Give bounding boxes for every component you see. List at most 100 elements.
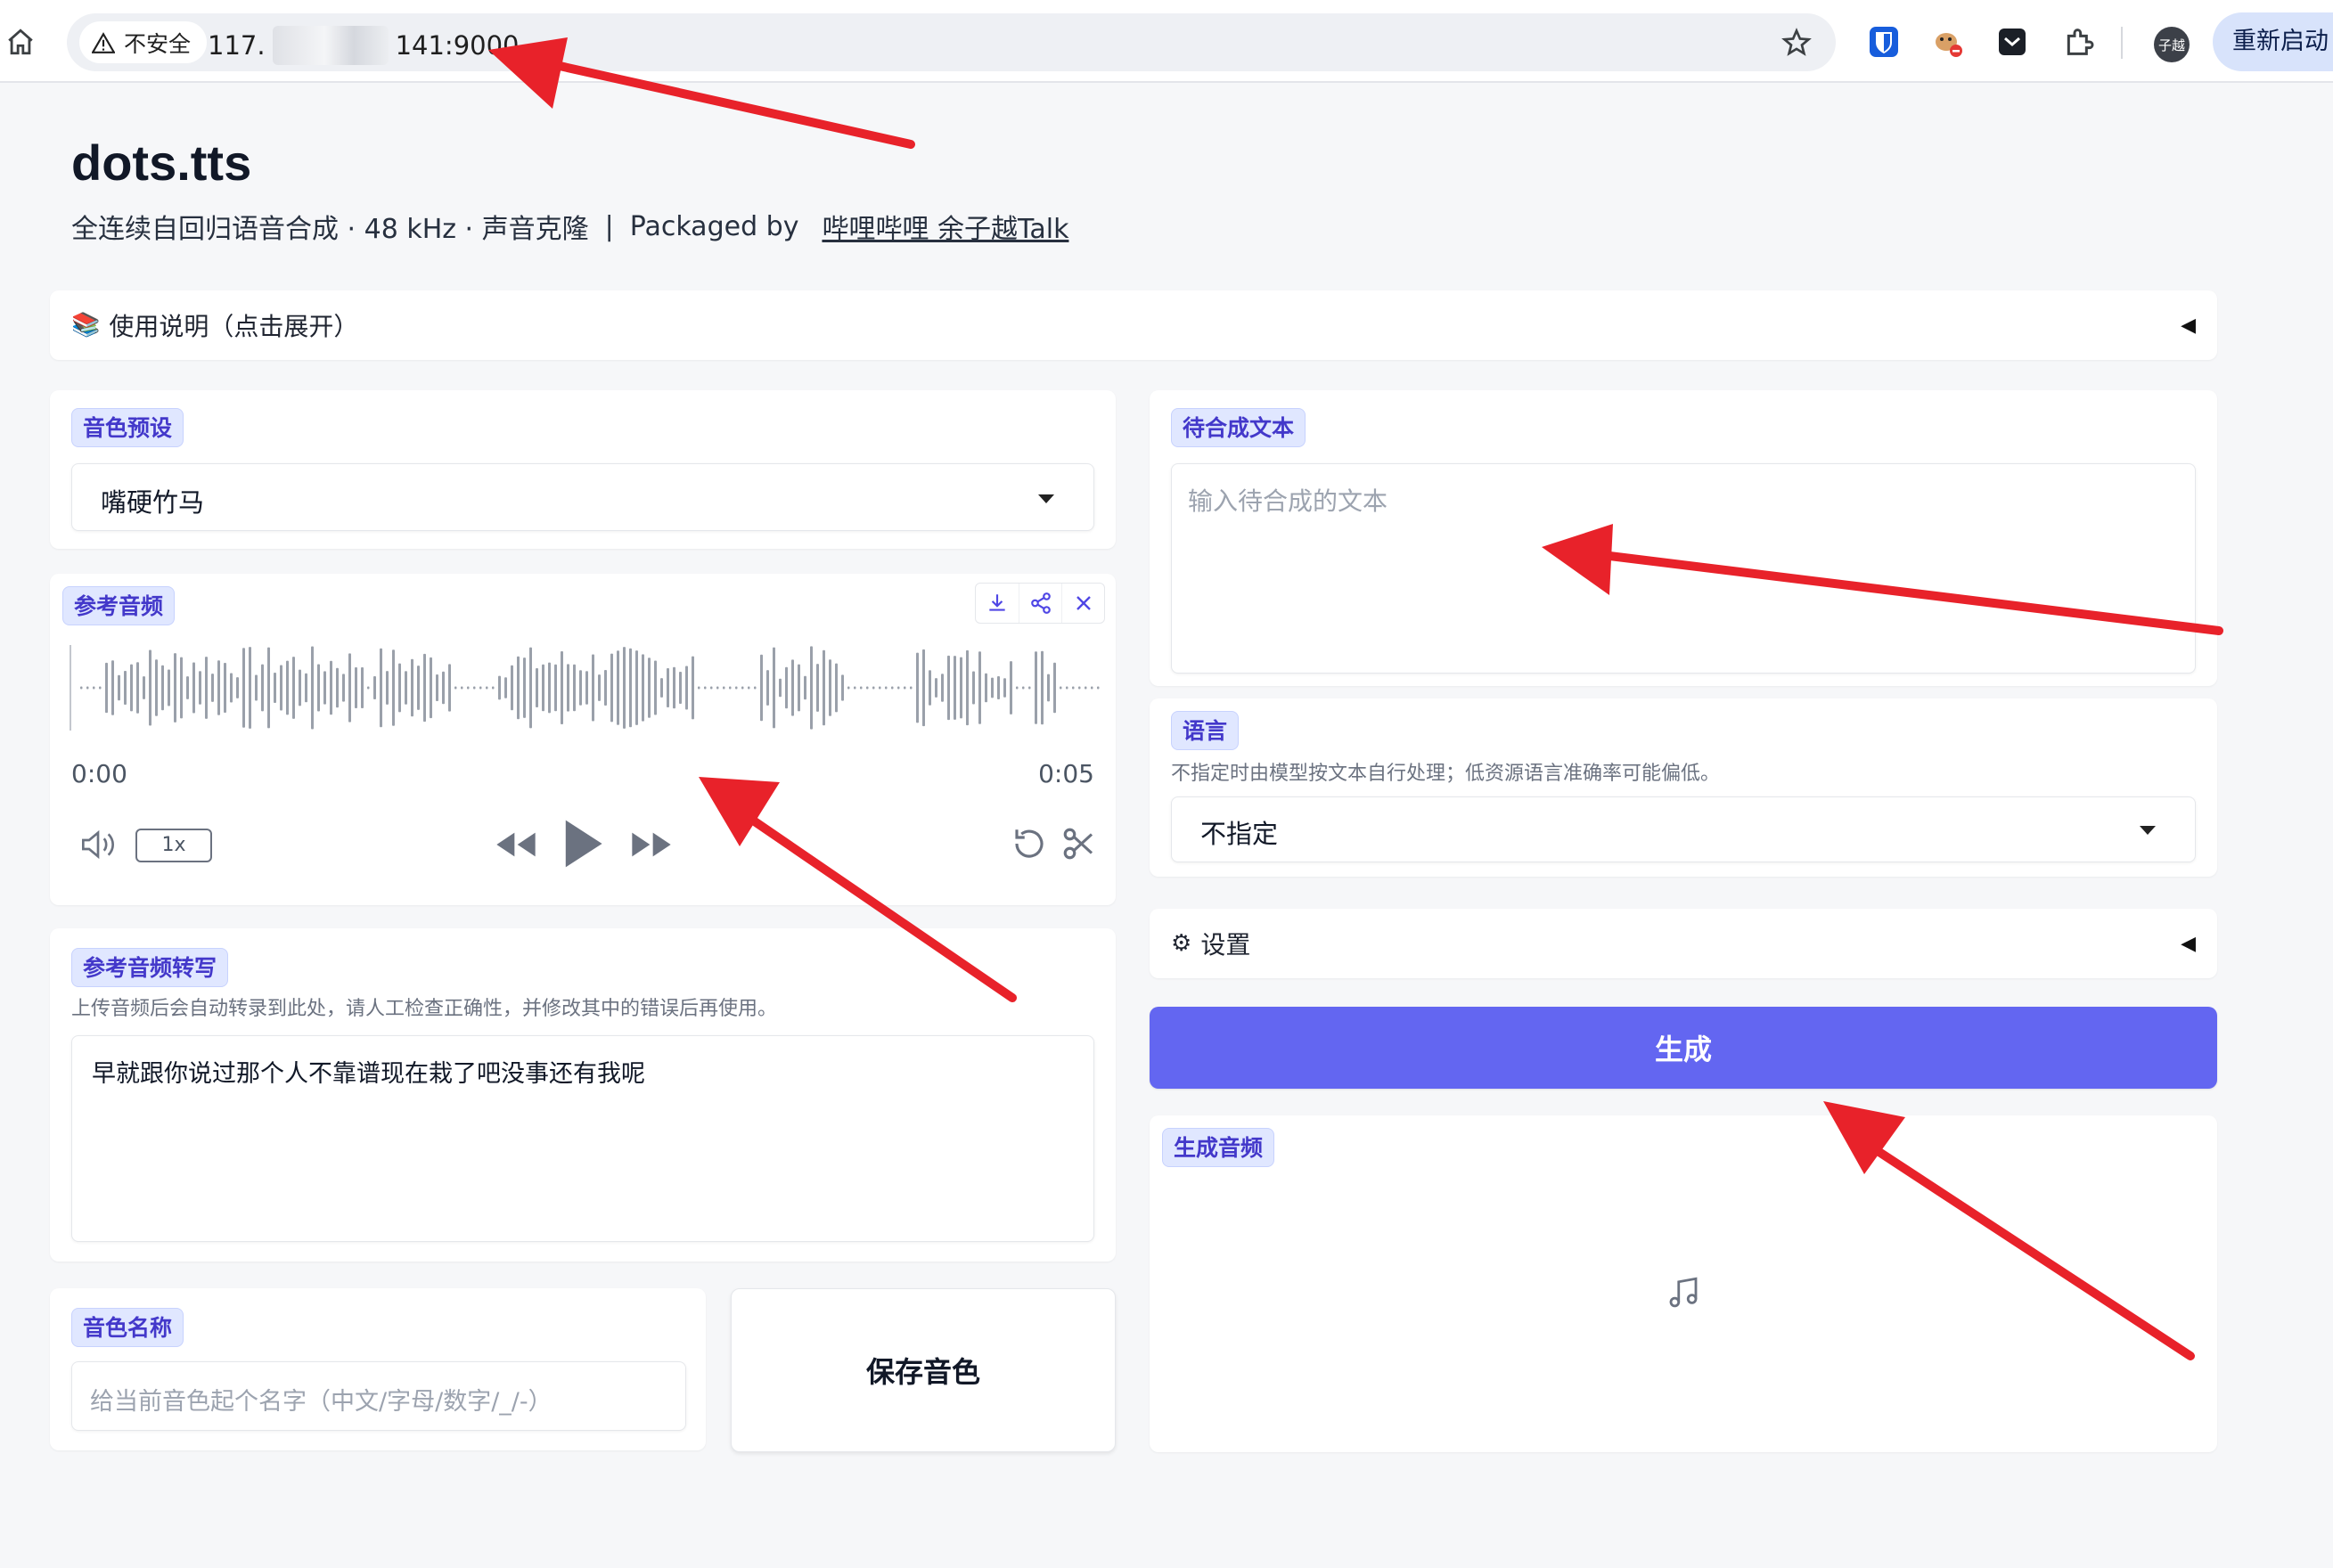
- url-suffix: 141:9000: [395, 30, 520, 61]
- waveform-bar: [380, 648, 382, 728]
- waveform-bar: [186, 676, 189, 699]
- audio-tool-group: [975, 583, 1105, 624]
- waveform-bar: [161, 665, 164, 711]
- waveform-bar: [885, 686, 888, 690]
- instructions-accordion[interactable]: 📚 使用说明（点击展开） ◀: [50, 290, 2217, 360]
- waveform-bar: [604, 669, 607, 706]
- url-text[interactable]: 117. 141:9000: [208, 26, 520, 65]
- voice-preset-dropdown[interactable]: 嘴硬竹马: [71, 463, 1094, 531]
- waveform-bar: [710, 686, 713, 690]
- dark-shield-extension-icon[interactable]: [1994, 24, 2030, 60]
- waveform-bar: [735, 686, 738, 690]
- waveform-bar: [891, 686, 894, 690]
- waveform-bar: [847, 686, 850, 690]
- settings-accordion[interactable]: ⚙ 设置 ◀: [1150, 909, 2217, 978]
- waveform-bar: [373, 676, 376, 699]
- waveform-bar: [511, 665, 513, 711]
- playback-speed-button[interactable]: 1x: [135, 829, 212, 862]
- waveform-bar: [791, 659, 794, 716]
- address-bar[interactable]: 不安全 117. 141:9000: [67, 13, 1836, 71]
- waveform-bar: [479, 686, 482, 690]
- waveform-bar: [398, 663, 401, 713]
- waveform-bar: [854, 686, 856, 690]
- waveform-bar: [741, 686, 744, 690]
- instructions-label: 使用说明（点击展开）: [109, 312, 359, 341]
- trim-scissors-icon[interactable]: [1060, 825, 1098, 866]
- skip-forward-icon[interactable]: [629, 829, 674, 864]
- waveform-bar: [972, 671, 975, 705]
- waveform-bar: [236, 677, 239, 698]
- generate-button[interactable]: 生成: [1150, 1007, 2217, 1089]
- share-icon[interactable]: [1019, 584, 1061, 623]
- waveform-bar: [118, 674, 120, 701]
- clear-audio-icon[interactable]: [1061, 584, 1104, 623]
- waveform-bar: [548, 662, 551, 714]
- dropdown-caret-icon: [1038, 494, 1054, 503]
- puzzle-extensions-icon[interactable]: [2061, 24, 2097, 60]
- waveform-bar: [692, 656, 694, 720]
- waveform-bar: [635, 650, 638, 725]
- download-icon[interactable]: [976, 584, 1019, 623]
- waveform-bar: [504, 677, 507, 698]
- transcript-textarea[interactable]: 早就跟你说过那个人不靠谱现在栽了吧没事还有我呢: [71, 1035, 1094, 1242]
- audio-waveform[interactable]: [70, 645, 1103, 731]
- voice-name-input[interactable]: 给当前音色起个名字（中文/字母/数字/_/-）: [71, 1361, 686, 1431]
- playhead[interactable]: [70, 645, 71, 731]
- waveform-bar: [716, 686, 719, 690]
- site-info-chip[interactable]: 不安全: [79, 21, 208, 63]
- password-manager-extension-icon[interactable]: [1866, 24, 1902, 60]
- url-prefix: 117.: [208, 30, 266, 61]
- reset-icon[interactable]: [1011, 825, 1048, 866]
- waveform-bar: [704, 686, 707, 690]
- waveform-bar: [249, 647, 251, 729]
- language-dropdown[interactable]: 不指定: [1171, 796, 2196, 862]
- language-panel: 语言 不指定时由模型按文本自行处理；低资源语言准确率可能偏低。 不指定: [1150, 698, 2217, 877]
- waveform-bar: [766, 670, 769, 706]
- waveform-bar: [623, 647, 626, 729]
- waveform-bar: [748, 686, 750, 690]
- waveform-bar: [941, 674, 944, 702]
- waveform-bar: [654, 660, 657, 715]
- waveform-bar: [841, 674, 844, 701]
- synthesis-textarea[interactable]: 输入待合成的文本: [1171, 463, 2196, 674]
- skip-back-icon[interactable]: [494, 829, 538, 864]
- waveform-bar: [754, 686, 757, 690]
- author-link[interactable]: 哔哩哔哩 余子越Talk: [822, 207, 1068, 246]
- waveform-bar: [192, 662, 195, 714]
- hamster-extension-icon[interactable]: [1930, 24, 1966, 60]
- bookmark-star-icon[interactable]: [1780, 27, 1813, 59]
- profile-avatar[interactable]: 子越: [2154, 27, 2190, 62]
- voice-name-panel: 音色名称 给当前音色起个名字（中文/字母/数字/_/-）: [50, 1288, 706, 1450]
- transcript-hint: 上传音频后会自动转录到此处，请人工检查正确性，并修改其中的错误后再使用。: [71, 998, 778, 1020]
- waveform-bar: [124, 670, 127, 706]
- synthesis-placeholder: 输入待合成的文本: [1188, 486, 1388, 516]
- transcript-panel: 参考音频转写 上传音频后会自动转录到此处，请人工检查正确性，并修改其中的错误后再…: [50, 928, 1116, 1262]
- voice-name-label: 音色名称: [71, 1308, 184, 1347]
- waveform-bar: [1091, 686, 1093, 690]
- waveform-bar: [536, 667, 538, 708]
- output-audio-label: 生成音频: [1162, 1128, 1275, 1167]
- waveform-bar: [93, 686, 95, 690]
- subtitle-separator: |: [604, 210, 614, 242]
- waveform-bar: [679, 672, 682, 704]
- waveform-bar: [816, 664, 819, 712]
- volume-icon[interactable]: [78, 827, 118, 866]
- waveform-bar: [598, 674, 601, 701]
- waveform-bar: [492, 686, 495, 690]
- save-voice-button[interactable]: 保存音色: [731, 1288, 1116, 1452]
- play-icon[interactable]: [561, 818, 604, 873]
- home-icon[interactable]: [5, 27, 36, 57]
- waveform-bar: [261, 664, 264, 712]
- waveform-bar: [810, 646, 813, 730]
- waveform-bar: [1047, 674, 1050, 702]
- page-subtitle: 全连续自回归语音合成 · 48 kHz · 声音克隆 | Packaged by…: [71, 207, 1068, 246]
- restart-browser-button[interactable]: 重新启动: [2213, 12, 2333, 71]
- waveform-bar: [991, 677, 994, 698]
- waveform-bar: [136, 662, 139, 714]
- waveform-bar: [180, 657, 183, 719]
- waveform-bar: [798, 664, 800, 712]
- waveform-bar: [423, 653, 426, 723]
- browser-toolbar: 不安全 117. 141:9000 子越 重新启动: [0, 0, 2333, 83]
- waveform-bar: [573, 664, 576, 712]
- waveform-bar: [311, 646, 314, 730]
